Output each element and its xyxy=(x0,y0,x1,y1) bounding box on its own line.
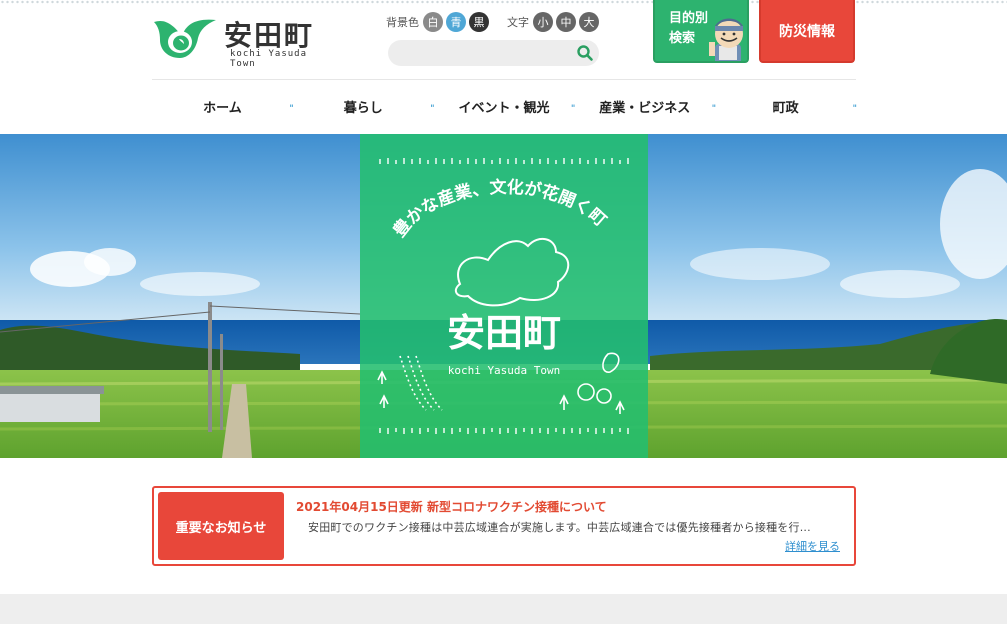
notice-more-link[interactable]: 詳細を見る xyxy=(785,538,840,554)
hero-brand-panel: 豊かな産業、文化が花開く町 安田町 kochi Yasuda Town xyxy=(360,134,648,458)
nav-living-label: 暮らし xyxy=(343,100,383,116)
global-nav: ホーム '' 暮らし '' イベント・観光 '' 産業・ビジネス '' 町政 '… xyxy=(152,90,857,122)
purpose-search-button[interactable]: 目的別 検索 xyxy=(653,0,749,63)
nav-home[interactable]: ホーム '' xyxy=(152,90,294,122)
font-medium-button[interactable]: 中 xyxy=(556,12,576,32)
site-search xyxy=(388,40,599,66)
site-header: 安田町 kochi Yasuda Town 背景色 白 青 黒 文字 小 中 大… xyxy=(0,0,1007,80)
background-color-switcher: 背景色 白 青 黒 xyxy=(386,12,492,32)
search-input[interactable] xyxy=(398,44,568,62)
site-logo[interactable]: 安田町 kochi Yasuda Town xyxy=(152,14,322,69)
font-size-label: 文字 xyxy=(507,16,529,29)
nav-living[interactable]: 暮らし '' xyxy=(293,90,435,122)
nav-industry-label: 産業・ビジネス xyxy=(599,100,691,116)
font-size-switcher: 文字 小 中 大 xyxy=(507,12,602,32)
nav-events-label: イベント・観光 xyxy=(458,100,550,116)
bg-white-button[interactable]: 白 xyxy=(423,12,443,32)
hero-town-name-en: kochi Yasuda Town xyxy=(448,364,561,377)
nav-government-label: 町政 xyxy=(772,100,799,116)
bg-black-button[interactable]: 黒 xyxy=(469,12,489,32)
mascot-character-icon xyxy=(709,18,743,61)
header-divider xyxy=(152,79,856,80)
hero-banner: 豊かな産業、文化が花開く町 安田町 kochi Yasuda Town xyxy=(0,134,1007,458)
town-emblem-icon xyxy=(154,19,216,58)
important-notice: 重要なお知らせ 2021年04月15日更新 新型コロナワクチン接種について 安田… xyxy=(152,486,856,566)
disaster-info-button[interactable]: 防災情報 xyxy=(759,0,855,63)
nav-events-tourism[interactable]: イベント・観光 '' xyxy=(434,90,575,122)
notice-body: 安田町でのワクチン接種は中芸広域連合が実施します。中芸広域連合では優先接種者から… xyxy=(308,521,811,534)
notice-headline-link[interactable]: 2021年04月15日更新 新型コロナワクチン接種について xyxy=(296,498,607,515)
hero-illustration: 豊かな産業、文化が花開く町 安田町 kochi Yasuda Town xyxy=(377,158,629,434)
nav-industry-business[interactable]: 産業・ビジネス '' xyxy=(574,90,716,122)
nav-town-government[interactable]: 町政 '' xyxy=(715,90,857,122)
bg-blue-button[interactable]: 青 xyxy=(446,12,466,32)
font-small-button[interactable]: 小 xyxy=(533,12,553,32)
hero-catchphrase: 豊かな産業、文化が花開く町 xyxy=(389,177,610,242)
search-icon[interactable] xyxy=(575,43,595,63)
nav-home-label: ホーム xyxy=(203,100,242,116)
notice-label: 重要なお知らせ xyxy=(158,492,284,560)
nav-separator: '' xyxy=(852,104,856,114)
bg-color-label: 背景色 xyxy=(386,16,419,29)
logo-title: 安田町 xyxy=(224,19,315,52)
content-background-band xyxy=(0,594,1007,624)
hero-town-name: 安田町 xyxy=(447,311,561,355)
logo-subtitle: kochi Yasuda Town xyxy=(230,49,308,69)
font-large-button[interactable]: 大 xyxy=(579,12,599,32)
